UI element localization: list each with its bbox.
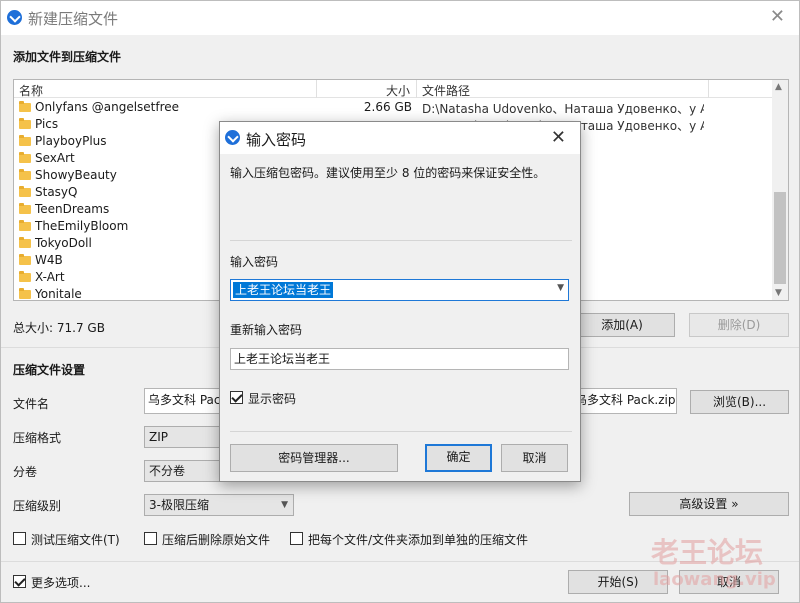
show-password-checkbox[interactable]: [230, 391, 243, 404]
row-name: ShowyBeauty: [35, 168, 117, 182]
table-row[interactable]: Onlyfans @angelsetfree 2.66 GB D:\Natasha …: [14, 99, 774, 116]
close-icon[interactable]: ✕: [551, 127, 566, 148]
separate-archives-label[interactable]: 把每个文件/文件夹添加到单独的压缩文件: [308, 531, 528, 548]
split-label: 分卷: [13, 465, 38, 479]
filename-label: 文件名: [13, 397, 50, 411]
add-button[interactable]: 添加(A): [569, 313, 675, 337]
chevron-down-icon[interactable]: ▼: [557, 283, 564, 293]
row-name: StasyQ: [35, 185, 78, 199]
dialog-title-bar: 输入密码 ✕: [220, 122, 580, 154]
folder-icon: [19, 101, 31, 112]
delete-button[interactable]: 删除(D): [689, 313, 789, 337]
password-manager-button[interactable]: 密码管理器...: [230, 444, 398, 472]
row-name: TheEmilyBloom: [35, 219, 129, 233]
folder-icon: [19, 271, 31, 282]
folder-icon: [19, 135, 31, 146]
column-divider[interactable]: [316, 80, 317, 98]
test-archive-label[interactable]: 测试压缩文件(T): [31, 531, 120, 548]
format-label: 压缩格式: [13, 431, 62, 445]
delete-after-checkbox[interactable]: [144, 532, 157, 545]
row-name: Pics: [35, 117, 59, 131]
browse-button[interactable]: 浏览(B)...: [690, 390, 789, 414]
level-value: 3-极限压缩: [149, 498, 209, 512]
row-name: SexArt: [35, 151, 75, 165]
dialog-divider: [230, 240, 572, 241]
more-options-label[interactable]: 更多选项...: [31, 574, 90, 591]
row-path: D:\Natasha Udovenko、Наташа Удовенко、y Ar…: [422, 102, 704, 116]
column-path-header[interactable]: 文件路径: [422, 82, 470, 99]
dialog-hint: 输入压缩包密码。建议使用至少 8 位的密码来保证安全性。: [230, 166, 546, 180]
separate-archives-checkbox[interactable]: [290, 532, 303, 545]
row-name: TeenDreams: [35, 202, 110, 216]
column-name-header[interactable]: 名称: [19, 82, 43, 99]
folder-icon: [19, 186, 31, 197]
delete-after-label[interactable]: 压缩后删除原始文件: [162, 531, 270, 548]
total-size-label: 总大小: 71.7 GB: [13, 321, 105, 335]
dialog-title: 输入密码: [246, 131, 307, 149]
row-name: PlayboyPlus: [35, 134, 107, 148]
close-icon[interactable]: ✕: [770, 7, 785, 27]
column-divider[interactable]: [708, 80, 709, 98]
reenter-password-input[interactable]: 上老王论坛当老王: [230, 348, 569, 370]
split-value: 不分卷: [149, 464, 186, 478]
folder-icon: [19, 254, 31, 265]
scroll-up-icon[interactable]: ▲: [775, 82, 782, 92]
scroll-down-icon[interactable]: ▼: [775, 288, 782, 298]
row-name: Yonitale: [35, 287, 82, 301]
title-bar: 新建压缩文件 ✕: [1, 1, 799, 35]
folder-icon: [19, 118, 31, 129]
reenter-password-label: 重新输入密码: [230, 323, 303, 337]
folder-icon: [19, 220, 31, 231]
level-select[interactable]: 3-极限压缩 ▼: [144, 494, 294, 516]
dialog-divider: [230, 431, 572, 432]
format-select[interactable]: ZIP: [144, 426, 224, 448]
add-files-heading: 添加文件到压缩文件: [13, 50, 122, 64]
password-value: 上老王论坛当老王: [233, 282, 334, 298]
row-size: 2.66 GB: [363, 100, 412, 114]
scroll-thumb[interactable]: [774, 192, 786, 284]
watermark-url: laowang.vip: [653, 569, 776, 590]
advanced-settings-button[interactable]: 高级设置 »: [629, 492, 789, 516]
column-size-header[interactable]: 大小: [386, 82, 410, 99]
format-value: ZIP: [149, 430, 168, 444]
split-select[interactable]: 不分卷: [144, 460, 224, 482]
row-name: TokyoDoll: [35, 236, 92, 250]
dialog-cancel-button[interactable]: 取消: [501, 444, 568, 472]
folder-icon: [19, 152, 31, 163]
more-options-checkbox[interactable]: [13, 575, 26, 588]
app-logo-icon: [225, 130, 240, 145]
window-title: 新建压缩文件: [28, 10, 119, 28]
row-name: Onlyfans @angelsetfree: [35, 100, 180, 114]
filename-field-tail[interactable]: 乌多文科 Pack.zip: [571, 388, 677, 414]
level-label: 压缩级别: [13, 499, 62, 513]
folder-icon: [19, 237, 31, 248]
password-input[interactable]: 上老王论坛当老王 ▼: [230, 279, 569, 301]
file-list-header: 名称 大小 文件路径: [14, 80, 774, 98]
password-dialog: 输入密码 ✕ 输入压缩包密码。建议使用至少 8 位的密码来保证安全性。 输入密码…: [219, 121, 581, 482]
file-list-scrollbar[interactable]: ▲ ▼: [772, 80, 788, 300]
folder-icon: [19, 288, 31, 299]
folder-icon: [19, 169, 31, 180]
row-name: W4B: [35, 253, 63, 267]
show-password-label[interactable]: 显示密码: [248, 390, 296, 407]
password-label: 输入密码: [230, 255, 279, 269]
app-logo-icon: [7, 10, 22, 25]
folder-icon: [19, 203, 31, 214]
test-archive-checkbox[interactable]: [13, 532, 26, 545]
ok-button[interactable]: 确定: [425, 444, 492, 472]
chevron-down-icon: ▼: [281, 500, 288, 510]
row-name: X-Art: [35, 270, 65, 284]
settings-heading: 压缩文件设置: [13, 363, 86, 377]
column-divider[interactable]: [416, 80, 417, 98]
watermark-text: 老王论坛: [651, 536, 764, 569]
